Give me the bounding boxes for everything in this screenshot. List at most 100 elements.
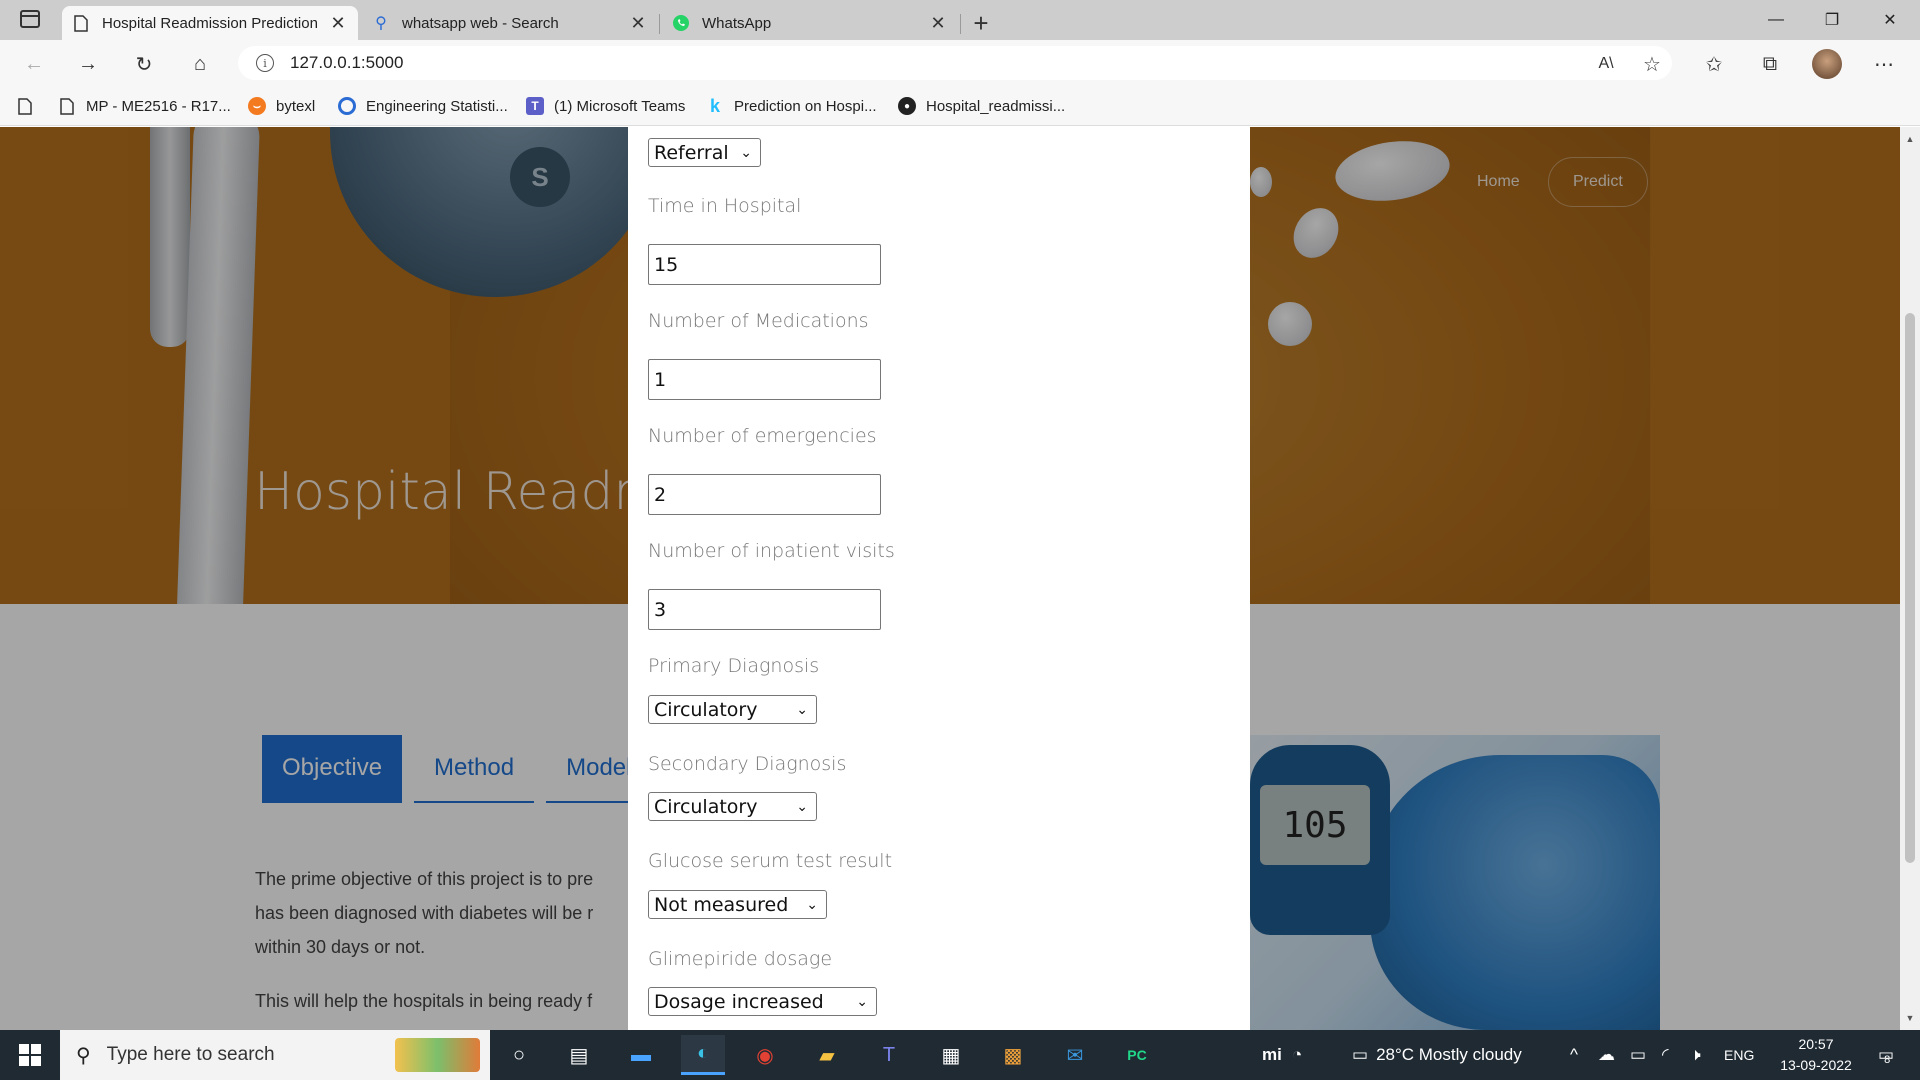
url-text: 127.0.0.1:5000: [290, 53, 404, 72]
bookmark-label: MP - ME2516 - R17...: [86, 97, 231, 115]
secondary-diagnosis-label: Secondary Diagnosis: [648, 753, 847, 775]
glucose-test-label: Glucose serum test result: [648, 850, 893, 872]
bookmark-item[interactable]: k Prediction on Hospi...: [706, 86, 877, 126]
github-icon: ●: [898, 97, 916, 115]
collections-icon[interactable]: ⧉: [1754, 48, 1786, 80]
whatsapp-icon: [672, 14, 690, 32]
tab-whatsapp-search[interactable]: ⚲ whatsapp web - Search ✕: [362, 6, 658, 40]
chevron-down-icon: ⌄: [796, 798, 808, 815]
windows-taskbar: ⚲ Type here to search ○ ▤ ▬ ◐ ◉ ▰ T ▦ ▩ …: [0, 1030, 1920, 1080]
favorites-icon[interactable]: ✩: [1698, 48, 1730, 80]
input-value: 3: [654, 598, 667, 621]
k-icon: k: [709, 95, 720, 116]
minimize-button[interactable]: —: [1748, 0, 1804, 40]
num-inpatient-input[interactable]: 3: [648, 589, 881, 630]
teams-icon[interactable]: T: [867, 1035, 911, 1075]
new-tab-button[interactable]: +: [964, 6, 998, 40]
bookmark-item[interactable]: ⌣ bytexl: [248, 86, 315, 126]
num-emergencies-label: Number of emergencies: [648, 425, 877, 447]
forward-button[interactable]: →: [72, 48, 104, 80]
bytexl-icon: ⌣: [248, 97, 266, 115]
admission-source-select[interactable]: Referral ⌄: [648, 138, 761, 167]
chevron-down-icon: ⌄: [796, 701, 808, 718]
sync-icon[interactable]: ◔: [1292, 1030, 1302, 1080]
page-icon: [72, 14, 90, 32]
weather-icon: ▭: [1352, 1045, 1369, 1064]
chrome-icon[interactable]: ◉: [743, 1035, 787, 1075]
store-icon[interactable]: ▦: [929, 1035, 973, 1075]
time-in-hospital-input[interactable]: 15: [648, 244, 881, 285]
refresh-button[interactable]: ↻: [128, 48, 160, 80]
restore-button[interactable]: ❐: [1804, 0, 1860, 40]
scroll-down-arrow-icon[interactable]: ▼: [1900, 1010, 1920, 1026]
tab-separator: [960, 14, 961, 34]
scroll-up-arrow-icon[interactable]: ▲: [1900, 131, 1920, 147]
mi-icon[interactable]: mi: [1262, 1030, 1282, 1080]
chevron-down-icon: ⌄: [856, 993, 868, 1010]
volume-muted-icon[interactable]: 🕨: [1690, 1030, 1701, 1080]
bookmark-item[interactable]: T (1) Microsoft Teams: [526, 86, 685, 126]
taskbar-search-input[interactable]: ⚲ Type here to search: [60, 1030, 490, 1080]
tab-whatsapp[interactable]: WhatsApp ✕: [662, 6, 958, 40]
weather-widget[interactable]: ▭ 28°C Mostly cloudy: [1352, 1030, 1522, 1080]
close-tab-icon[interactable]: ✕: [628, 13, 648, 34]
close-window-button[interactable]: ✕: [1862, 0, 1918, 40]
page-viewport: S Hospital Readm Home Predict Objective …: [0, 127, 1900, 1030]
bookmark-label: Prediction on Hospi...: [734, 97, 877, 115]
cortana-icon[interactable]: ○: [497, 1035, 541, 1075]
select-value: Circulatory: [654, 698, 758, 721]
language-indicator[interactable]: ENG: [1724, 1030, 1754, 1080]
windows-start-icon[interactable]: [0, 1030, 60, 1080]
clock[interactable]: 20:57 13-09-2022: [1766, 1034, 1866, 1076]
home-button[interactable]: ⌂: [184, 48, 216, 80]
prediction-form-modal: Referral ⌄ Time in Hospital 15 Number of…: [628, 127, 1250, 1030]
num-emergencies-input[interactable]: 2: [648, 474, 881, 515]
secondary-diagnosis-select[interactable]: Circulatory ⌄: [648, 792, 817, 821]
clock-time: 20:57: [1798, 1036, 1834, 1052]
tab-hospital-readmission[interactable]: Hospital Readmission Prediction ✕: [62, 6, 358, 40]
bookmark-page-icon[interactable]: [18, 86, 32, 126]
scrollbar-thumb[interactable]: [1905, 313, 1915, 863]
tab-actions-icon[interactable]: [20, 10, 40, 28]
glucose-test-select[interactable]: Not measured ⌄: [648, 890, 827, 919]
close-tab-icon[interactable]: ✕: [328, 13, 348, 34]
add-favorite-icon[interactable]: ☆: [1636, 48, 1668, 80]
search-icon: ⚲: [76, 1044, 91, 1067]
read-aloud-icon[interactable]: A\: [1590, 48, 1622, 80]
bookmark-item[interactable]: MP - ME2516 - R17...: [58, 86, 231, 126]
close-tab-icon[interactable]: ✕: [928, 13, 948, 34]
primary-diagnosis-label: Primary Diagnosis: [648, 655, 820, 677]
bookmark-item[interactable]: Engineering Statisti...: [338, 86, 508, 126]
globe-icon: [338, 97, 356, 115]
teams-icon: T: [526, 97, 544, 115]
network-status-icon[interactable]: ☁: [1598, 1030, 1615, 1080]
typing-app-icon[interactable]: ▩: [991, 1035, 1035, 1075]
num-inpatient-label: Number of inpatient visits: [648, 540, 895, 562]
file-explorer-icon[interactable]: ▰: [805, 1035, 849, 1075]
show-hidden-icons[interactable]: ^: [1570, 1030, 1578, 1080]
pycharm-icon[interactable]: PC: [1115, 1035, 1159, 1075]
select-value: Not measured: [654, 893, 789, 916]
edge-browser-icon[interactable]: ◐: [681, 1035, 725, 1075]
input-value: 1: [654, 368, 667, 391]
app-icon[interactable]: ▬: [619, 1035, 663, 1075]
num-medications-input[interactable]: 1: [648, 359, 881, 400]
notification-center-icon[interactable]: ▭ 8: [1878, 1030, 1894, 1080]
task-view-icon[interactable]: ▤: [557, 1035, 601, 1075]
search-icon: ⚲: [375, 15, 387, 32]
back-button[interactable]: ←: [18, 48, 50, 80]
bookmark-item[interactable]: ● Hospital_readmissi...: [898, 86, 1065, 126]
tab-title: Hospital Readmission Prediction: [102, 14, 318, 32]
wifi-icon[interactable]: ◜: [1662, 1030, 1669, 1080]
primary-diagnosis-select[interactable]: Circulatory ⌄: [648, 695, 817, 724]
battery-icon[interactable]: ▭: [1630, 1030, 1646, 1080]
site-info-icon[interactable]: i: [256, 54, 274, 72]
glimepiride-select[interactable]: Dosage increased ⌄: [648, 987, 877, 1016]
more-options-icon[interactable]: ⋯: [1868, 48, 1900, 80]
tab-title: WhatsApp: [702, 14, 772, 32]
page-scrollbar[interactable]: ▲ ▼: [1900, 127, 1920, 1030]
page-icon: [58, 97, 76, 115]
mail-icon[interactable]: ✉: [1053, 1035, 1097, 1075]
url-field[interactable]: i 127.0.0.1:5000: [238, 46, 1672, 80]
profile-avatar[interactable]: [1812, 49, 1842, 79]
